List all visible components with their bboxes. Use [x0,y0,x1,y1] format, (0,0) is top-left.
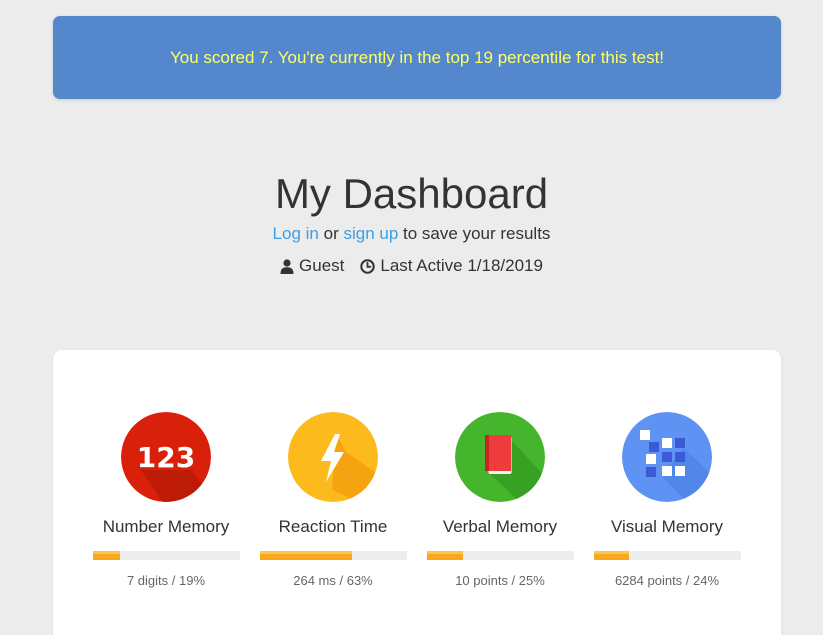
percentile-bar [259,551,407,560]
test-name: Reaction Time [278,517,388,536]
test-score: 264 ms / 63% [293,573,373,588]
signup-link[interactable]: sign up [343,224,398,243]
percentile-bar-fill [259,551,353,560]
percentile-bar [426,551,574,560]
last-active: Last Active 1/18/2019 [380,256,543,275]
dashboard-header: My Dashboard Log in or sign up to save y… [0,168,823,277]
score-banner: You scored 7. You're currently in the to… [53,16,781,99]
percentile-bar [92,551,240,560]
book-icon [455,412,545,502]
test-tile-reaction-time[interactable]: Reaction Time 264 ms / 63% [258,412,408,588]
save-results-text: to save your results [403,224,551,243]
test-name: Visual Memory [610,517,724,536]
lightning-bolt-icon [288,412,378,502]
clock-icon [360,258,376,274]
or-text: or [323,224,339,243]
test-name: Verbal Memory [442,517,558,536]
test-tile-number-memory[interactable]: 123 Number Memory 7 digits / 19% [91,412,241,588]
number-123-icon: 123 [121,412,211,502]
test-name: Number Memory [102,517,230,536]
user-meta: Guest Last Active 1/18/2019 [0,255,823,277]
test-score: 10 points / 25% [455,573,545,588]
percentile-bar-fill [593,551,630,560]
grid-squares-icon [622,412,712,502]
percentile-bar-fill [426,551,464,560]
login-link[interactable]: Log in [273,224,319,243]
user-info: Guest [280,255,344,277]
username: Guest [299,256,345,275]
percentile-bar [593,551,741,560]
auth-prompt: Log in or sign up to save your results [0,222,823,246]
test-tile-verbal-memory[interactable]: Verbal Memory 10 points / 25% [425,412,575,588]
test-score: 6284 points / 24% [614,573,720,588]
last-active-info: Last Active 1/18/2019 [360,255,543,277]
score-banner-message: You scored 7. You're currently in the to… [169,47,665,67]
page-title: My Dashboard [274,170,549,217]
user-icon [280,258,294,274]
svg-text:123: 123 [137,441,195,474]
test-results-card: 123 Number Memory 7 digits / 19% Reactio… [53,350,781,635]
test-score: 7 digits / 19% [126,573,206,588]
test-tile-visual-memory[interactable]: Visual Memory 6284 points / 24% [592,412,742,588]
percentile-bar-fill [92,551,121,560]
